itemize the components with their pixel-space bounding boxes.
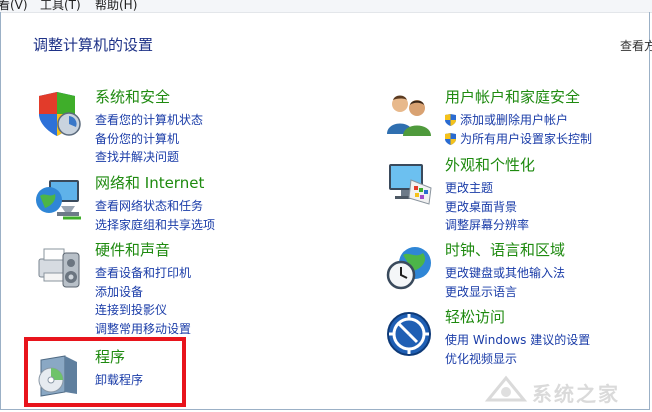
ease-of-access-title[interactable]: 轻松访问	[445, 308, 505, 326]
page-title: 调整计算机的设置	[33, 36, 154, 54]
shield-computer-icon[interactable]	[35, 90, 83, 138]
link-add-remove-accounts[interactable]: 添加或删除用户帐户	[445, 111, 592, 130]
link-homegroup-sharing[interactable]: 选择家庭组和共享选项	[95, 216, 215, 235]
link-change-theme[interactable]: 更改主题	[445, 179, 529, 198]
link-view-computer-status[interactable]: 查看您的计算机状态	[95, 111, 203, 130]
network-globe-icon[interactable]	[35, 176, 83, 224]
link-parental-controls-label: 为所有用户设置家长控制	[460, 131, 593, 146]
view-by-label[interactable]: 查看方	[620, 37, 652, 54]
clock-globe-icon[interactable]	[385, 243, 433, 291]
watermark-text: 系统之家	[532, 382, 620, 406]
network-internet-title[interactable]: 网络和 Internet	[95, 174, 204, 192]
link-view-network-status[interactable]: 查看网络状态和任务	[95, 197, 215, 216]
link-change-background[interactable]: 更改桌面背景	[445, 198, 529, 217]
highlight-box-programs	[24, 337, 186, 407]
users-icon[interactable]	[385, 90, 433, 138]
watermark-logo-icon	[484, 375, 528, 402]
monitor-palette-icon[interactable]	[385, 158, 433, 206]
uac-shield-icon	[445, 114, 456, 126]
system-security-title[interactable]: 系统和安全	[95, 88, 170, 106]
watermark: 系统之家	[480, 372, 648, 406]
appearance-title[interactable]: 外观和个性化	[445, 156, 535, 174]
link-screen-resolution[interactable]: 调整屏幕分辨率	[445, 216, 529, 235]
link-optimize-video[interactable]: 优化视频显示	[445, 350, 590, 369]
link-change-display-language[interactable]: 更改显示语言	[445, 283, 565, 302]
printer-speaker-icon[interactable]	[35, 243, 83, 291]
clock-language-title[interactable]: 时钟、语言和区域	[445, 241, 565, 259]
link-parental-controls[interactable]: 为所有用户设置家长控制	[445, 130, 592, 149]
uac-shield-icon	[445, 132, 456, 145]
link-mobility-settings[interactable]: 调整常用移动设置	[95, 320, 191, 339]
ease-of-access-icon[interactable]	[385, 310, 433, 358]
link-change-keyboard[interactable]: 更改键盘或其他输入法	[445, 264, 565, 283]
user-accounts-title[interactable]: 用户帐户和家庭安全	[445, 88, 580, 106]
link-connect-projector[interactable]: 连接到投影仪	[95, 301, 191, 320]
link-devices-printers[interactable]: 查看设备和打印机	[95, 264, 191, 283]
link-backup-computer[interactable]: 备份您的计算机	[95, 130, 203, 149]
link-add-remove-accounts-label: 添加或删除用户帐户	[460, 113, 569, 127]
link-windows-suggested-settings[interactable]: 使用 Windows 建议的设置	[445, 331, 590, 350]
link-add-device[interactable]: 添加设备	[95, 283, 191, 302]
link-troubleshoot[interactable]: 查找并解决问题	[95, 148, 203, 167]
hardware-sound-title[interactable]: 硬件和声音	[95, 241, 170, 259]
